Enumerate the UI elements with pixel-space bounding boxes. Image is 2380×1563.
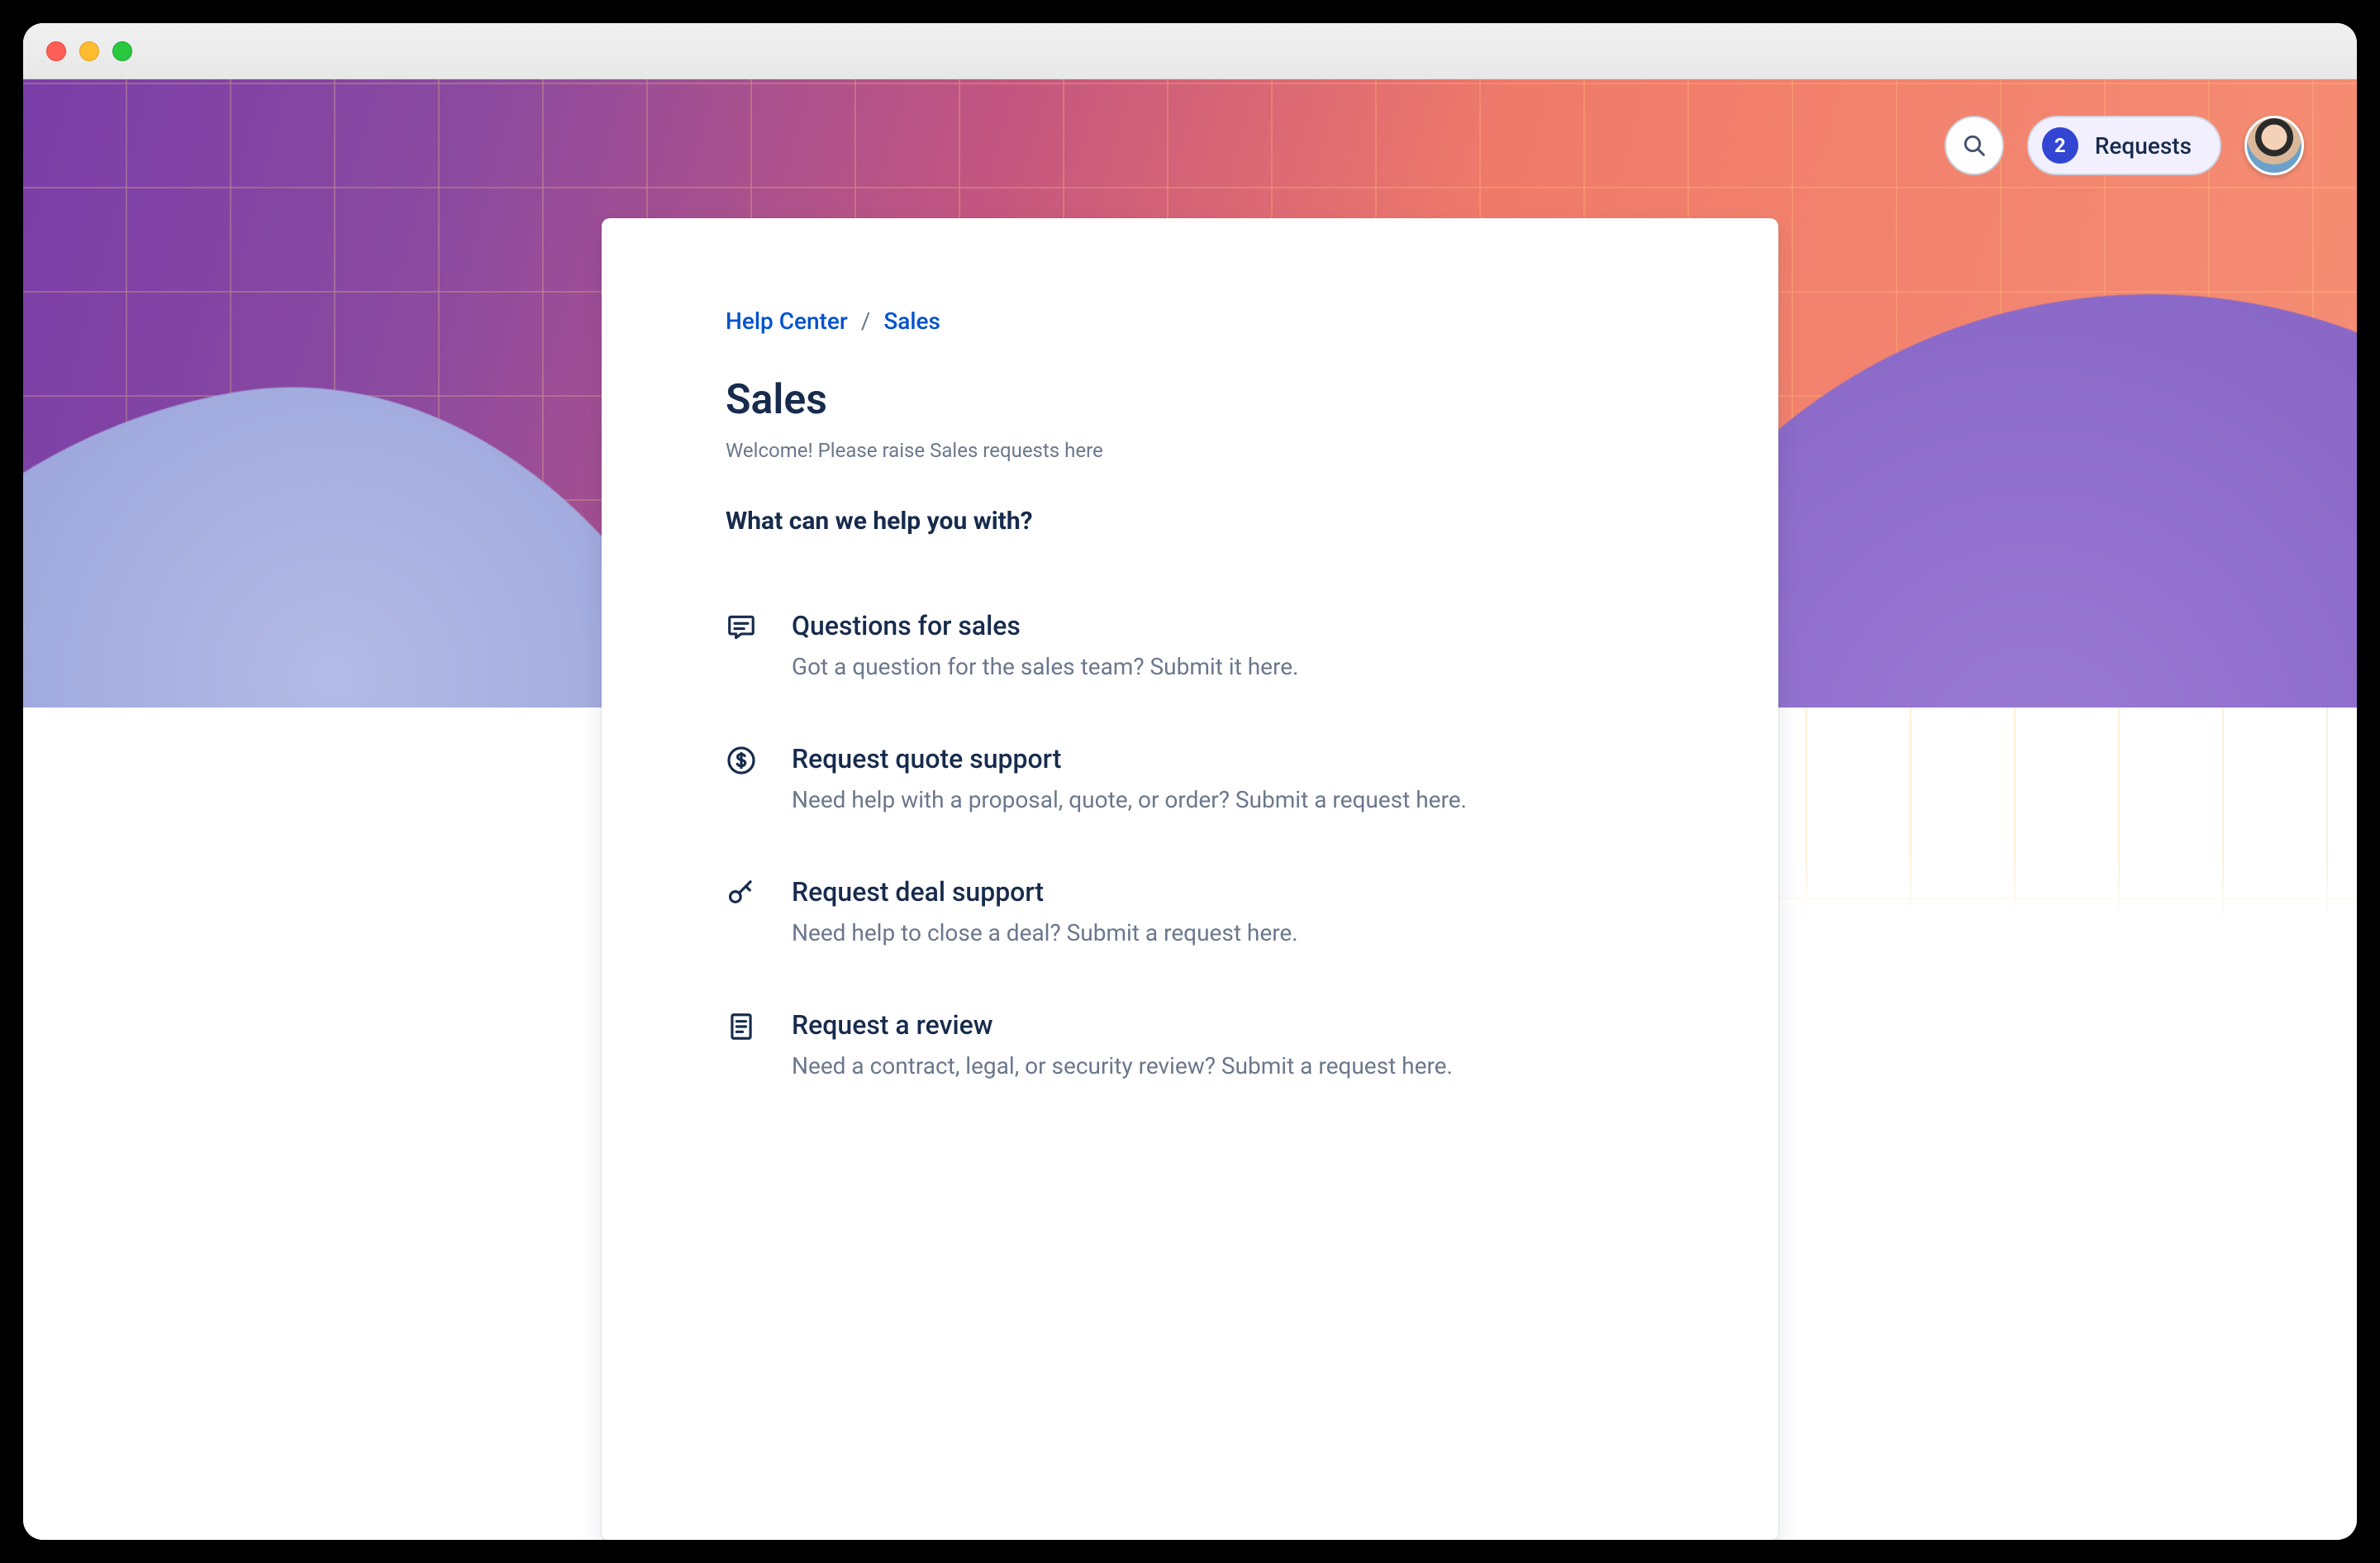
search-button[interactable] <box>1944 116 2004 175</box>
request-type-title: Request quote support <box>792 743 1467 774</box>
breadcrumb-current-link[interactable]: Sales <box>883 307 940 335</box>
app-window: 2 Requests Help Center / Sales Sales Wel… <box>23 23 2357 1540</box>
help-prompt: What can we help you with? <box>726 507 1654 536</box>
requests-label: Requests <box>2095 132 2192 160</box>
request-type-review[interactable]: Request a review Need a contract, legal,… <box>726 1009 1654 1079</box>
window-zoom-button[interactable] <box>112 41 132 61</box>
request-type-deal-support[interactable]: Request deal support Need help to close … <box>726 876 1654 946</box>
key-icon <box>726 878 759 911</box>
requests-count-badge: 2 <box>2042 127 2078 164</box>
breadcrumb-root-link[interactable]: Help Center <box>726 307 848 335</box>
breadcrumb: Help Center / Sales <box>726 307 1654 335</box>
chat-icon <box>726 612 759 645</box>
search-icon <box>1961 132 1987 159</box>
request-type-title: Request a review <box>792 1009 1453 1041</box>
request-type-quote-support[interactable]: Request quote support Need help with a p… <box>726 743 1654 813</box>
request-type-title: Request deal support <box>792 876 1298 908</box>
request-type-list: Questions for sales Got a question for t… <box>726 610 1654 1079</box>
header-toolbar: 2 Requests <box>1944 116 2304 175</box>
page-subtitle: Welcome! Please raise Sales requests her… <box>726 439 1654 462</box>
request-type-title: Questions for sales <box>792 610 1298 641</box>
request-type-desc: Need help to close a deal? Submit a requ… <box>792 919 1298 946</box>
request-type-desc: Need a contract, legal, or security revi… <box>792 1052 1453 1079</box>
portal-card: Help Center / Sales Sales Welcome! Pleas… <box>602 218 1778 1540</box>
window-close-button[interactable] <box>46 41 66 61</box>
document-icon <box>726 1011 759 1044</box>
request-type-desc: Need help with a proposal, quote, or ord… <box>792 786 1467 813</box>
dollar-icon <box>726 745 759 778</box>
request-type-questions-for-sales[interactable]: Questions for sales Got a question for t… <box>726 610 1654 680</box>
window-titlebar <box>23 23 2357 79</box>
breadcrumb-separator: / <box>861 307 871 335</box>
page-title: Sales <box>726 376 1654 424</box>
user-avatar[interactable] <box>2244 116 2304 175</box>
requests-button[interactable]: 2 Requests <box>2027 116 2221 175</box>
request-type-desc: Got a question for the sales team? Submi… <box>792 653 1298 680</box>
window-minimize-button[interactable] <box>79 41 99 61</box>
